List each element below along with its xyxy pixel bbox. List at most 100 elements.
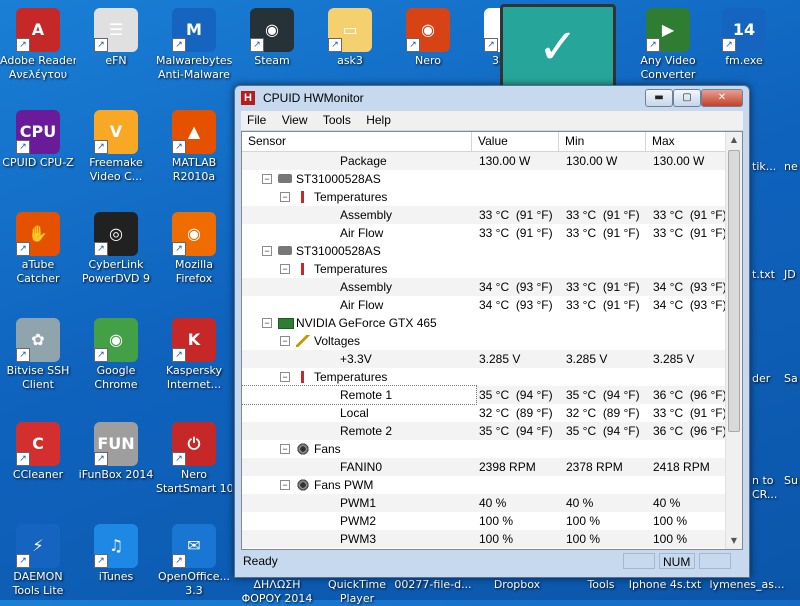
desktop-label-right-edge[interactable]: ne — [784, 160, 800, 174]
desktop-icon-google-chrome[interactable]: ◉ ↗ Google Chrome — [78, 318, 154, 392]
title-bar[interactable]: H CPUID HWMonitor ▬ ▢ ✕ — [235, 86, 749, 110]
desktop-icon-label: Nero StartSmart 10 — [156, 468, 232, 495]
desktop-icon-atube-catcher[interactable]: ✋ ↗ aTube Catcher — [0, 212, 76, 286]
sensor-row[interactable]: Air Flow 34 °C (93 °F) 33 °C (91 °F) 34 °C … — [242, 296, 727, 314]
desktop-icon-daemon-tools[interactable]: ⚡ ↗ DAEMON Tools Lite — [0, 524, 76, 598]
desktop-icon-adobe-reader[interactable]: A ↗ Adobe Reader Ανελέγτου — [0, 8, 76, 82]
sensor-row[interactable]: FANIN0 2398 RPM 2378 RPM 2418 RPM — [242, 458, 726, 476]
sensor-row[interactable]: Air Flow 33 °C (91 °F) 33 °C (91 °F) 33 °C … — [242, 224, 727, 242]
scrollbar-thumb[interactable] — [728, 150, 740, 432]
sensor-row[interactable]: − Temperatures — [242, 368, 726, 386]
menu-tools[interactable]: Tools — [317, 111, 357, 127]
column-min[interactable]: Min — [559, 132, 646, 151]
collapse-toggle-icon[interactable]: − — [280, 372, 290, 382]
column-sensor[interactable]: Sensor — [242, 132, 472, 151]
sensor-value: 35 °C (94 °F) — [479, 388, 553, 402]
collapse-toggle-icon[interactable]: − — [262, 318, 272, 328]
sensor-value: 100 % — [479, 532, 514, 546]
desktop-label-bottom[interactable]: Dropbox — [476, 578, 558, 592]
desktop-label-bottom[interactable]: 00277-file-d... — [392, 578, 474, 592]
desktop-icon-cyberlink-powerdvd[interactable]: ◎ ↗ CyberLink PowerDVD 9 — [78, 212, 154, 286]
sensor-row[interactable]: Remote 2 35 °C (94 °F) 35 °C (94 °F) 36 °C … — [242, 422, 727, 440]
sensor-row[interactable]: − ST31000528AS — [242, 242, 726, 260]
menu-file[interactable]: File — [241, 111, 272, 127]
desktop-icon-label: Any Video Converter — [640, 54, 696, 81]
maximize-button[interactable]: ▢ — [673, 89, 701, 107]
desktop-icon-freemake[interactable]: V ↗ Freemake Video C... — [78, 110, 154, 184]
collapse-toggle-icon[interactable]: − — [280, 336, 290, 346]
desktop-label-bottom[interactable]: lymenes_as... — [706, 578, 788, 592]
menu-view[interactable]: View — [276, 111, 314, 127]
collapse-toggle-icon[interactable]: − — [262, 174, 272, 184]
desktop-icon-nero-startsmart[interactable]: ⏻ ↗ Nero StartSmart 10 — [156, 422, 232, 496]
cpuid-cpuz-icon: CPU ↗ — [16, 110, 60, 154]
desktop-label-bottom[interactable]: ΔΗΛΩΣΗ ΦΟΡΟΥ 2014 — [236, 578, 318, 606]
sensor-tree[interactable]: Sensor Value Min Max Package 130.00 W 130.… — [241, 131, 743, 550]
desktop-icon-label: OpenOffice... 3.3 — [158, 570, 230, 597]
sensor-row[interactable]: − Fans PWM — [242, 476, 726, 494]
sensor-row[interactable]: PWM2 100 % 100 % 100 % — [242, 512, 726, 530]
desktop-label-right-edge[interactable]: Sa — [784, 372, 800, 386]
desktop-icon-ask3[interactable]: ▭ ↗ ask3 — [312, 8, 388, 68]
desktop-icon-cpuid-cpuz[interactable]: CPU ↗ CPUID CPU-Z — [0, 110, 76, 170]
sensor-row[interactable]: − Temperatures — [242, 188, 726, 206]
close-button[interactable]: ✕ — [701, 89, 743, 107]
sensor-row[interactable]: − Fans — [242, 440, 726, 458]
shortcut-arrow-icon: ↗ — [16, 348, 30, 362]
desktop-icon-ccleaner[interactable]: C ↗ CCleaner — [0, 422, 76, 482]
sensor-name-cell: − Temperatures — [242, 368, 476, 386]
collapse-toggle-icon[interactable]: − — [280, 444, 290, 454]
desktop-icon-openoffice[interactable]: ✉ ↗ OpenOffice... 3.3 — [156, 524, 232, 598]
desktop-icon-steam[interactable]: ◉ ↗ Steam — [234, 8, 310, 68]
sensor-row[interactable]: − Temperatures — [242, 260, 726, 278]
shortcut-arrow-icon: ↗ — [172, 554, 186, 568]
desktop-icon-efn[interactable]: ☰ ↗ eFN — [78, 8, 154, 68]
desktop-label-bottom[interactable]: Iphone 4s.txt — [624, 578, 706, 592]
desktop-icon-bitvise-ssh[interactable]: ✿ ↗ Bitvise SSH Client — [0, 318, 76, 392]
sensor-label: ST31000528AS — [296, 244, 381, 258]
desktop-icon-malwarebytes[interactable]: M ↗ Malwarebytes Anti-Malware — [156, 8, 232, 82]
sensor-label: Fans — [314, 442, 341, 456]
desktop-icon-label: Steam — [254, 54, 290, 67]
sensor-row[interactable]: Remote 1 35 °C (94 °F) 35 °C (94 °F) 36 °C … — [242, 385, 727, 405]
sensor-row[interactable]: Assembly 33 °C (91 °F) 33 °C (91 °F) 33 °C … — [242, 206, 727, 224]
sensor-row[interactable]: Package 130.00 W 130.00 W 130.00 W — [242, 152, 726, 170]
menu-help[interactable]: Help — [360, 111, 397, 127]
sensor-row[interactable]: +3.3V 3.285 V 3.285 V 3.285 V — [242, 350, 726, 368]
minimize-button[interactable]: ▬ — [645, 89, 673, 107]
desktop-icon-itunes[interactable]: ♫ ↗ iTunes — [78, 524, 154, 584]
desktop-icon-any-video[interactable]: ▶ ↗ Any Video Converter — [630, 8, 706, 82]
sensor-max — [653, 260, 735, 278]
sensor-row[interactable]: − ST31000528AS — [242, 170, 726, 188]
sensor-row[interactable]: PWM3 100 % 100 % 100 % — [242, 530, 726, 548]
sensor-row[interactable]: − Voltages — [242, 332, 726, 350]
desktop-icon-kaspersky[interactable]: K ↗ Kaspersky Internet... — [156, 318, 232, 392]
desktop-icon-fm-exe[interactable]: 14 ↗ fm.exe — [706, 8, 782, 68]
collapse-toggle-icon[interactable]: − — [280, 192, 290, 202]
desktop-icon-mozilla-firefox[interactable]: ◉ ↗ Mozilla Firefox — [156, 212, 232, 286]
desktop-label-right-edge[interactable]: Su — [784, 474, 800, 488]
collapse-toggle-icon[interactable]: − — [262, 246, 272, 256]
desktop-label-bottom[interactable]: QuickTime Player — [316, 578, 398, 606]
desktop-icon-check-app[interactable]: ✓ — [500, 4, 616, 92]
sensor-max: 100 % — [653, 514, 688, 528]
desktop-icon-nero[interactable]: ◉ ↗ Nero — [390, 8, 466, 68]
desktop-icon-matlab[interactable]: ▲ ↗ MATLAB R2010a — [156, 110, 232, 184]
desktop-label-right-edge[interactable]: JD — [784, 268, 800, 282]
sensor-row[interactable]: PWM1 40 % 40 % 40 % — [242, 494, 726, 512]
sensor-max: 40 % — [653, 496, 681, 510]
collapse-toggle-icon[interactable]: − — [280, 264, 290, 274]
column-value[interactable]: Value — [472, 132, 559, 151]
sensor-label: NVIDIA GeForce GTX 465 — [296, 316, 437, 330]
sensor-min — [566, 368, 648, 386]
vertical-scrollbar[interactable]: ▲ ▼ — [725, 132, 742, 549]
sensor-row[interactable]: Assembly 34 °C (93 °F) 33 °C (91 °F) 34 °C … — [242, 278, 727, 296]
sensor-row[interactable]: Local 32 °C (89 °F) 32 °C (89 °F) 33 °C (91… — [242, 404, 727, 422]
scroll-up-arrow-icon[interactable]: ▲ — [726, 132, 742, 148]
sensor-row[interactable]: − NVIDIA GeForce GTX 465 — [242, 314, 726, 332]
sensor-min: 130.00 W — [566, 154, 618, 168]
hwmonitor-window[interactable]: H CPUID HWMonitor ▬ ▢ ✕ File View Tools … — [234, 85, 750, 578]
scroll-down-arrow-icon[interactable]: ▼ — [726, 533, 742, 549]
desktop-icon-ifunbox[interactable]: FUN ↗ iFunBox 2014 — [78, 422, 154, 482]
collapse-toggle-icon[interactable]: − — [280, 480, 290, 490]
